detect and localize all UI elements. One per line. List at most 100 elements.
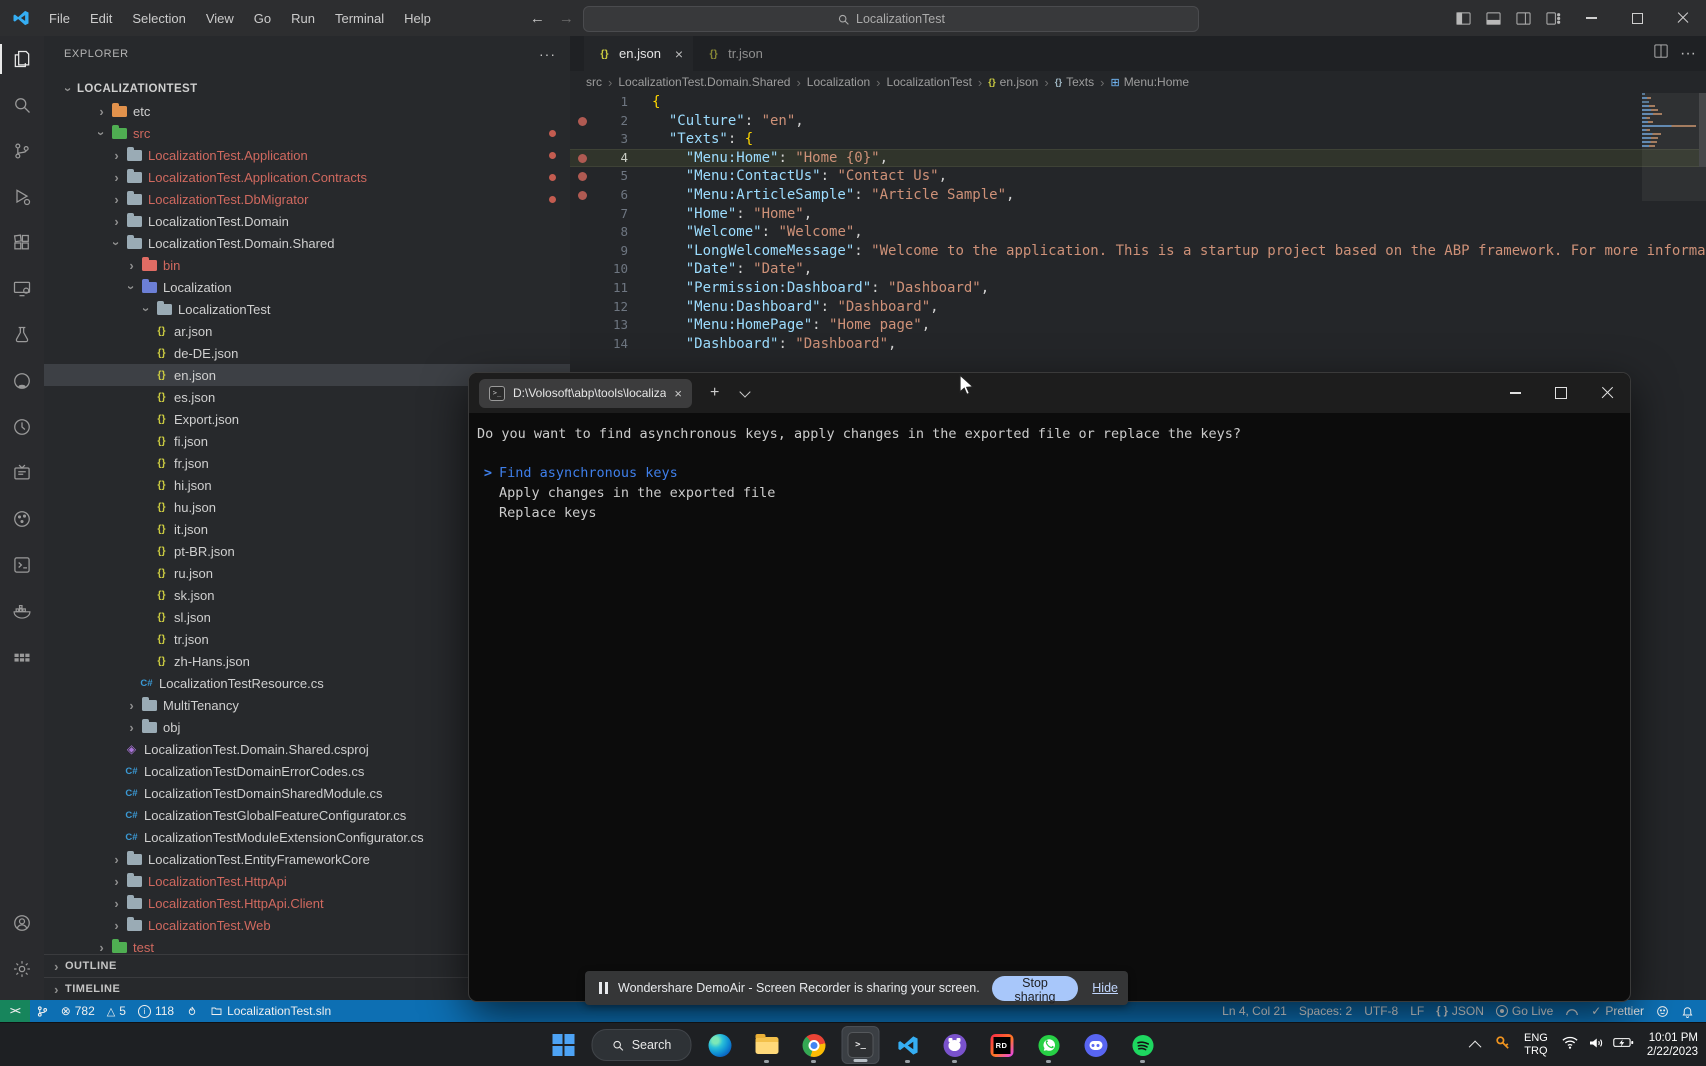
run-debug-icon[interactable]: [0, 174, 44, 220]
code-line[interactable]: 8 "Welcome": "Welcome",: [570, 223, 1706, 242]
globe-icon[interactable]: [0, 496, 44, 542]
explorer-icon[interactable]: [0, 36, 44, 82]
taskbar-chrome[interactable]: [795, 1026, 833, 1064]
code-line[interactable]: 12 "Menu:Dashboard": "Dashboard",: [570, 298, 1706, 317]
editor-scrollbar[interactable]: [1699, 93, 1706, 167]
code-line[interactable]: 10 "Date": "Date",: [570, 260, 1706, 279]
tab-en.json[interactable]: {}en.json×: [584, 36, 693, 71]
code-line[interactable]: 11 "Permission:Dashboard": "Dashboard",: [570, 279, 1706, 298]
command-center-search[interactable]: LocalizationTest: [583, 6, 1199, 32]
code-line[interactable]: 7 "Home": "Home",: [570, 205, 1706, 224]
customize-layout-icon[interactable]: [1538, 0, 1568, 36]
terminal-minimize-icon[interactable]: [1492, 373, 1538, 413]
tree-item[interactable]: ›Localization: [44, 276, 570, 298]
terminal-titlebar[interactable]: >_ D:\Volosoft\abp\tools\localiza × +: [469, 373, 1630, 413]
status-remote[interactable]: ><: [0, 1000, 30, 1022]
status-braces[interactable]: { }JSON: [1430, 1000, 1490, 1022]
notebook-icon[interactable]: [0, 450, 44, 496]
split-editor-icon[interactable]: [1654, 44, 1668, 63]
terminal-option[interactable]: >Find asynchronous keys: [477, 463, 1630, 483]
status-folder[interactable]: LocalizationTest.sln: [204, 1000, 337, 1022]
status-lf[interactable]: LF: [1404, 1000, 1430, 1022]
tree-item[interactable]: ›src: [44, 122, 570, 144]
account-icon[interactable]: [0, 900, 44, 946]
taskbar-rider[interactable]: RD: [983, 1026, 1021, 1064]
stop-sharing-button[interactable]: Stop sharing: [992, 976, 1079, 1001]
language-indicator[interactable]: ENG TRQ: [1524, 1032, 1548, 1058]
tree-root[interactable]: ›LOCALIZATIONTEST: [44, 78, 570, 100]
status-error[interactable]: ⊗782: [55, 1000, 101, 1022]
breadcrumb-item[interactable]: src: [586, 75, 602, 89]
tree-item[interactable]: ›LocalizationTest.Application: [44, 144, 570, 166]
remote-explorer-icon[interactable]: [0, 266, 44, 312]
status-warning[interactable]: △5: [101, 1000, 132, 1022]
search-icon[interactable]: [0, 82, 44, 128]
close-window-icon[interactable]: [1660, 0, 1706, 36]
status-bell[interactable]: [1675, 1000, 1700, 1022]
tray-chevron-up-icon[interactable]: [1469, 1040, 1482, 1053]
docker-icon[interactable]: [0, 588, 44, 634]
code-line[interactable]: 4 "Menu:Home": "Home {0}",: [570, 149, 1706, 168]
tree-item[interactable]: ›LocalizationTest: [44, 298, 570, 320]
code-line[interactable]: 14 "Dashboard": "Dashboard",: [570, 335, 1706, 354]
tab-close-icon[interactable]: ×: [675, 46, 683, 62]
back-arrow-icon[interactable]: ←: [530, 10, 545, 27]
status-feedback[interactable]: [1650, 1000, 1675, 1022]
terminal-close-icon[interactable]: [1584, 373, 1630, 413]
menu-help[interactable]: Help: [395, 7, 440, 30]
terminal-content[interactable]: Do you want to find asynchronous keys, a…: [469, 413, 1630, 523]
tree-item[interactable]: {}ar.json: [44, 320, 570, 342]
status-source-control[interactable]: [30, 1000, 55, 1022]
code-line[interactable]: 5 "Menu:ContactUs": "Contact Us",: [570, 167, 1706, 186]
status-ln[interactable]: Ln 4, Col 21: [1216, 1000, 1293, 1022]
tree-item[interactable]: ›etc: [44, 100, 570, 122]
wifi-icon[interactable]: [1561, 1035, 1579, 1055]
tree-item[interactable]: ›bin: [44, 254, 570, 276]
volume-icon[interactable]: [1587, 1035, 1605, 1056]
menu-terminal[interactable]: Terminal: [326, 7, 393, 30]
minimap[interactable]: [1642, 93, 1698, 149]
terminal-new-tab-icon[interactable]: +: [710, 384, 719, 402]
breadcrumb-item[interactable]: LocalizationTest.Domain.Shared: [618, 75, 790, 89]
terminal-option[interactable]: Replace keys: [477, 503, 1630, 523]
status-check[interactable]: ✓Prettier: [1585, 1000, 1650, 1022]
tree-item[interactable]: {}de-DE.json: [44, 342, 570, 364]
breadcrumb-item[interactable]: {}en.json: [988, 75, 1038, 89]
taskbar-vscode[interactable]: [889, 1026, 927, 1064]
status-info[interactable]: i118: [132, 1000, 180, 1022]
code-line[interactable]: 1{: [570, 93, 1706, 112]
toggle-secondary-sidebar-icon[interactable]: [1508, 0, 1538, 36]
key-icon[interactable]: [1494, 1034, 1511, 1056]
taskbar-edge[interactable]: [701, 1026, 739, 1064]
source-control-icon[interactable]: [0, 128, 44, 174]
taskbar-search[interactable]: Search: [592, 1026, 692, 1064]
code-line[interactable]: 3 "Texts": {: [570, 130, 1706, 149]
code-line[interactable]: 2 "Culture": "en",: [570, 112, 1706, 131]
grid-icon[interactable]: [0, 634, 44, 680]
taskbar-spotify[interactable]: [1124, 1026, 1162, 1064]
taskbar-terminal[interactable]: >_: [842, 1026, 880, 1064]
tree-item[interactable]: ›LocalizationTest.Domain.Shared: [44, 232, 570, 254]
menu-edit[interactable]: Edit: [81, 7, 121, 30]
status-spaces[interactable]: Spaces: 2: [1293, 1000, 1358, 1022]
menu-go[interactable]: Go: [245, 7, 280, 30]
clock-icon[interactable]: [0, 404, 44, 450]
status-arc[interactable]: [1559, 1000, 1585, 1022]
toggle-panel-icon[interactable]: [1478, 0, 1508, 36]
code-line[interactable]: 9 "LongWelcomeMessage": "Welcome to the …: [570, 242, 1706, 261]
status-flame[interactable]: [180, 1000, 204, 1022]
breadcrumb-item[interactable]: {}Texts: [1055, 75, 1094, 89]
code-line[interactable]: 13 "Menu:HomePage": "Home page",: [570, 316, 1706, 335]
terminal-maximize-icon[interactable]: [1538, 373, 1584, 413]
code-line[interactable]: 6 "Menu:ArticleSample": "Article Sample"…: [570, 186, 1706, 205]
breadcrumb-item[interactable]: ⊞Menu:Home: [1110, 75, 1189, 89]
editor-more-actions-icon[interactable]: ···: [1680, 45, 1696, 63]
terminal-tab[interactable]: >_ D:\Volosoft\abp\tools\localiza ×: [479, 379, 692, 408]
taskbar-whatsapp[interactable]: [1030, 1026, 1068, 1064]
status-utf8[interactable]: UTF-8: [1358, 1000, 1404, 1022]
tree-item[interactable]: ›LocalizationTest.Application.Contracts: [44, 166, 570, 188]
battery-icon[interactable]: [1613, 1036, 1634, 1054]
explorer-more-actions-icon[interactable]: ···: [539, 46, 556, 62]
taskbar-file-explorer[interactable]: [748, 1026, 786, 1064]
taskbar-start[interactable]: [545, 1026, 583, 1064]
